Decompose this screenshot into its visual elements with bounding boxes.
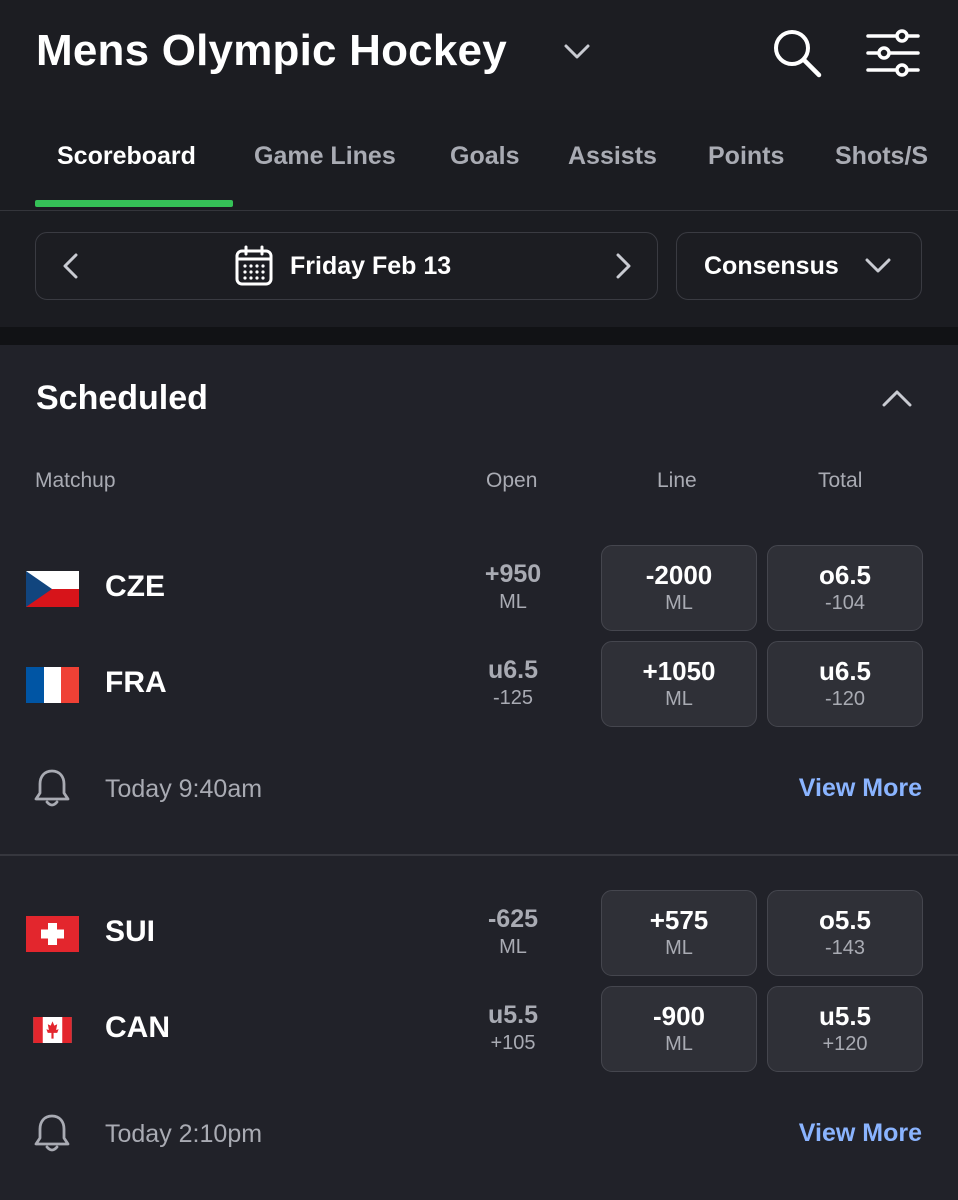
scheduled-section: Scheduled Matchup Open Line Total CZE +9… [0,345,958,1200]
total-odds-value: o5.5 [818,905,872,935]
column-header-total: Total [818,469,863,492]
line-odds-button[interactable]: -2000 ML [601,545,757,631]
line-odds-type: ML [665,1033,693,1055]
team-name[interactable]: CAN [105,1011,170,1045]
line-odds-value: +1050 [642,656,716,686]
total-odds-price: -104 [824,592,866,614]
matchup-row: SUI -625 ML +575 ML o5.5 -143 [0,890,958,978]
search-icon[interactable] [770,26,824,80]
chevron-down-icon [865,258,891,273]
open-odds-type: ML [499,591,527,613]
game-time: Today 9:40am [105,775,263,803]
bell-icon[interactable] [32,1112,72,1154]
game-footer: Today 9:40am View More [0,759,958,819]
sportsbook-label: Consensus [704,252,839,280]
team-name[interactable]: SUI [105,915,155,949]
total-odds-value: u5.5 [818,1001,872,1031]
date-selector: Friday Feb 13 [35,232,658,300]
open-odds-value: +950 [484,560,542,588]
matchup-row: CAN u5.5 +105 -900 ML u5.5 +120 [0,986,958,1074]
line-odds-value: +575 [649,905,709,935]
line-odds-type: ML [665,937,693,959]
sliders-icon[interactable] [864,26,922,80]
total-odds-value: u6.5 [818,656,872,686]
total-odds-price: +120 [822,1033,868,1055]
matchup-row: CZE +950 ML -2000 ML o6.5 -104 [0,545,958,633]
tab-goals[interactable]: Goals [450,142,519,171]
line-odds-button[interactable]: +1050 ML [601,641,757,727]
column-header-matchup: Matchup [35,469,116,492]
total-odds-price: -143 [824,937,866,959]
open-odds: -625 ML [463,904,563,960]
open-odds-price: -125 [492,687,534,709]
calendar-icon[interactable] [234,245,274,287]
open-odds-value: -625 [487,905,539,933]
active-tab-indicator [35,200,233,207]
team-name[interactable]: FRA [105,666,167,700]
open-odds-price: +105 [490,1032,536,1054]
tab-game-lines[interactable]: Game Lines [254,142,396,171]
game-footer: Today 2:10pm View More [0,1104,958,1164]
game-time: Today 2:10pm [105,1120,263,1148]
total-odds-button[interactable]: u6.5 -120 [767,641,923,727]
open-odds: u6.5 -125 [463,655,563,711]
game-divider [0,854,958,856]
open-odds-value: u5.5 [487,1001,539,1029]
section-title: Scheduled [36,379,208,417]
total-odds-button[interactable]: u5.5 +120 [767,986,923,1072]
tab-shots[interactable]: Shots/S [835,142,928,171]
page-title[interactable]: Mens Olympic Hockey [36,26,507,76]
tab-assists[interactable]: Assists [568,142,657,171]
chevron-down-icon[interactable] [562,40,592,62]
line-odds-type: ML [665,688,693,710]
view-more-link[interactable]: View More [799,1119,922,1148]
tab-scoreboard[interactable]: Scoreboard [57,142,196,171]
date-label[interactable]: Friday Feb 13 [290,252,451,281]
bell-icon[interactable] [32,767,72,809]
divider [0,327,958,345]
line-odds-value: -900 [652,1001,706,1031]
line-odds-button[interactable]: +575 ML [601,890,757,976]
column-header-open: Open [486,469,538,492]
app-header: Mens Olympic Hockey [0,0,958,110]
czech-flag-icon [26,571,79,607]
view-more-link[interactable]: View More [799,774,922,803]
total-odds-value: o6.5 [818,560,872,590]
tab-bar: Scoreboard Game Lines Goals Assists Poin… [0,110,958,211]
matchup-row: FRA u6.5 -125 +1050 ML u6.5 -120 [0,641,958,729]
line-odds-button[interactable]: -900 ML [601,986,757,1072]
line-odds-type: ML [665,592,693,614]
open-odds-value: u6.5 [487,656,539,684]
line-odds-value: -2000 [645,560,713,590]
open-odds-type: ML [499,936,527,958]
column-header-line: Line [657,469,697,492]
france-flag-icon [26,667,79,703]
switzerland-flag-icon [26,916,79,952]
chevron-left-icon[interactable] [56,251,86,281]
tab-points[interactable]: Points [708,142,784,171]
sportsbook-dropdown[interactable]: Consensus [676,232,922,300]
total-odds-button[interactable]: o6.5 -104 [767,545,923,631]
open-odds: +950 ML [463,559,563,615]
team-name[interactable]: CZE [105,570,165,604]
open-odds: u5.5 +105 [463,1000,563,1056]
total-odds-button[interactable]: o5.5 -143 [767,890,923,976]
chevron-up-icon[interactable] [880,385,914,411]
total-odds-price: -120 [824,688,866,710]
chevron-right-icon[interactable] [608,251,638,281]
canada-flag-icon [33,1017,72,1043]
